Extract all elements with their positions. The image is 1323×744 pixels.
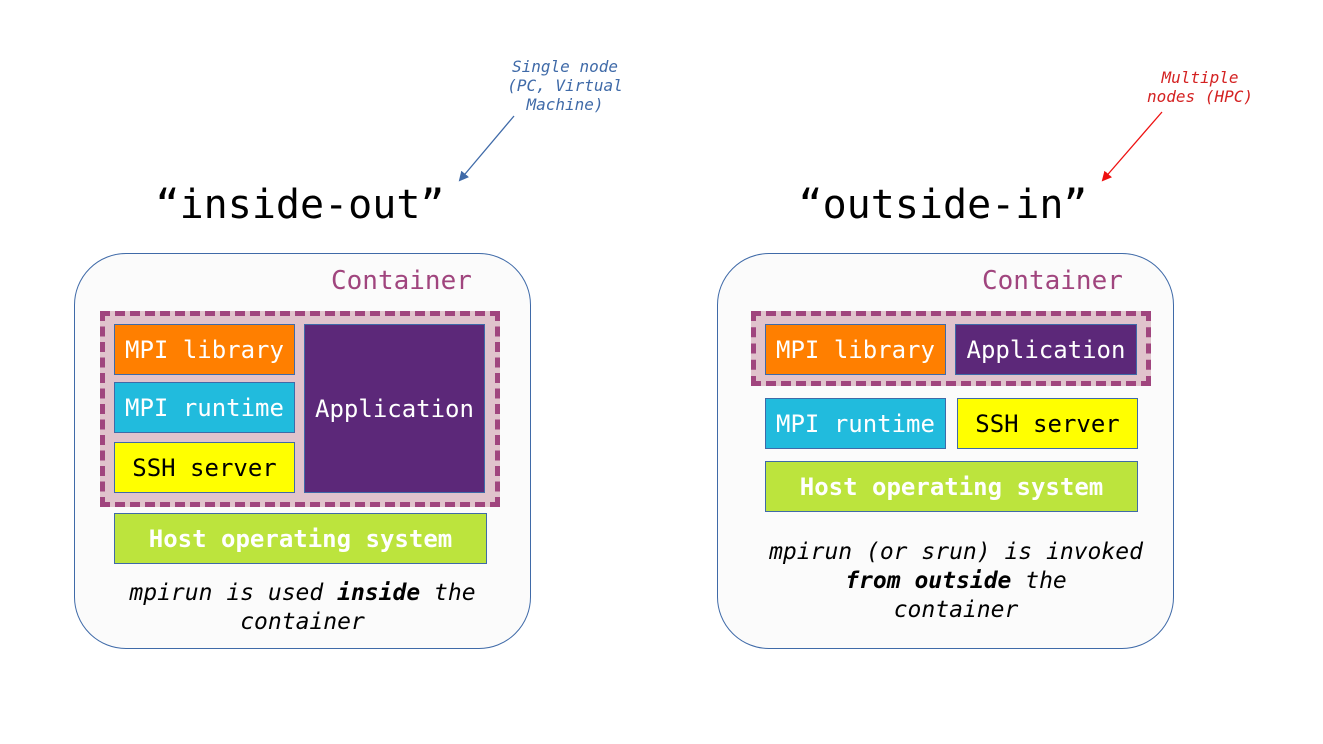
caption-line-2: from outside the bbox=[720, 567, 1192, 596]
inside-out-caption: mpirun is used inside the container bbox=[80, 579, 525, 637]
container-label: Container bbox=[331, 266, 472, 296]
caption-text: the bbox=[420, 580, 476, 606]
container-label: Container bbox=[982, 266, 1123, 296]
caption-line-3: container bbox=[893, 597, 1019, 623]
mpi-runtime-box: MPI runtime bbox=[765, 398, 946, 449]
outside-in-title: “outside-in” bbox=[798, 182, 1088, 228]
blue-arrow-icon bbox=[458, 115, 515, 182]
application-box: Application bbox=[304, 324, 485, 493]
caption-line-1: mpirun (or srun) is invoked bbox=[769, 539, 1143, 565]
inside-out-title: “inside-out” bbox=[155, 182, 445, 228]
caption-text: the bbox=[1011, 568, 1067, 594]
caption-bold: inside bbox=[337, 580, 421, 606]
application-box: Application bbox=[955, 324, 1137, 375]
red-arrow-icon bbox=[1101, 111, 1163, 182]
outside-in-caption: mpirun (or srun) is invoked from outside… bbox=[720, 538, 1192, 625]
caption-line-2: container bbox=[240, 609, 365, 635]
caption-text: mpirun is used bbox=[129, 580, 338, 606]
host-os-box: Host operating system bbox=[765, 461, 1138, 512]
mpi-library-box: MPI library bbox=[114, 324, 295, 375]
host-os-box: Host operating system bbox=[114, 513, 487, 564]
ssh-server-box: SSH server bbox=[114, 442, 295, 493]
ssh-server-box: SSH server bbox=[957, 398, 1138, 449]
mpi-runtime-box: MPI runtime bbox=[114, 382, 295, 433]
caption-bold: from outside bbox=[845, 568, 1012, 594]
caption-line-1: mpirun is used inside the bbox=[80, 579, 525, 608]
mpi-library-box: MPI library bbox=[765, 324, 946, 375]
